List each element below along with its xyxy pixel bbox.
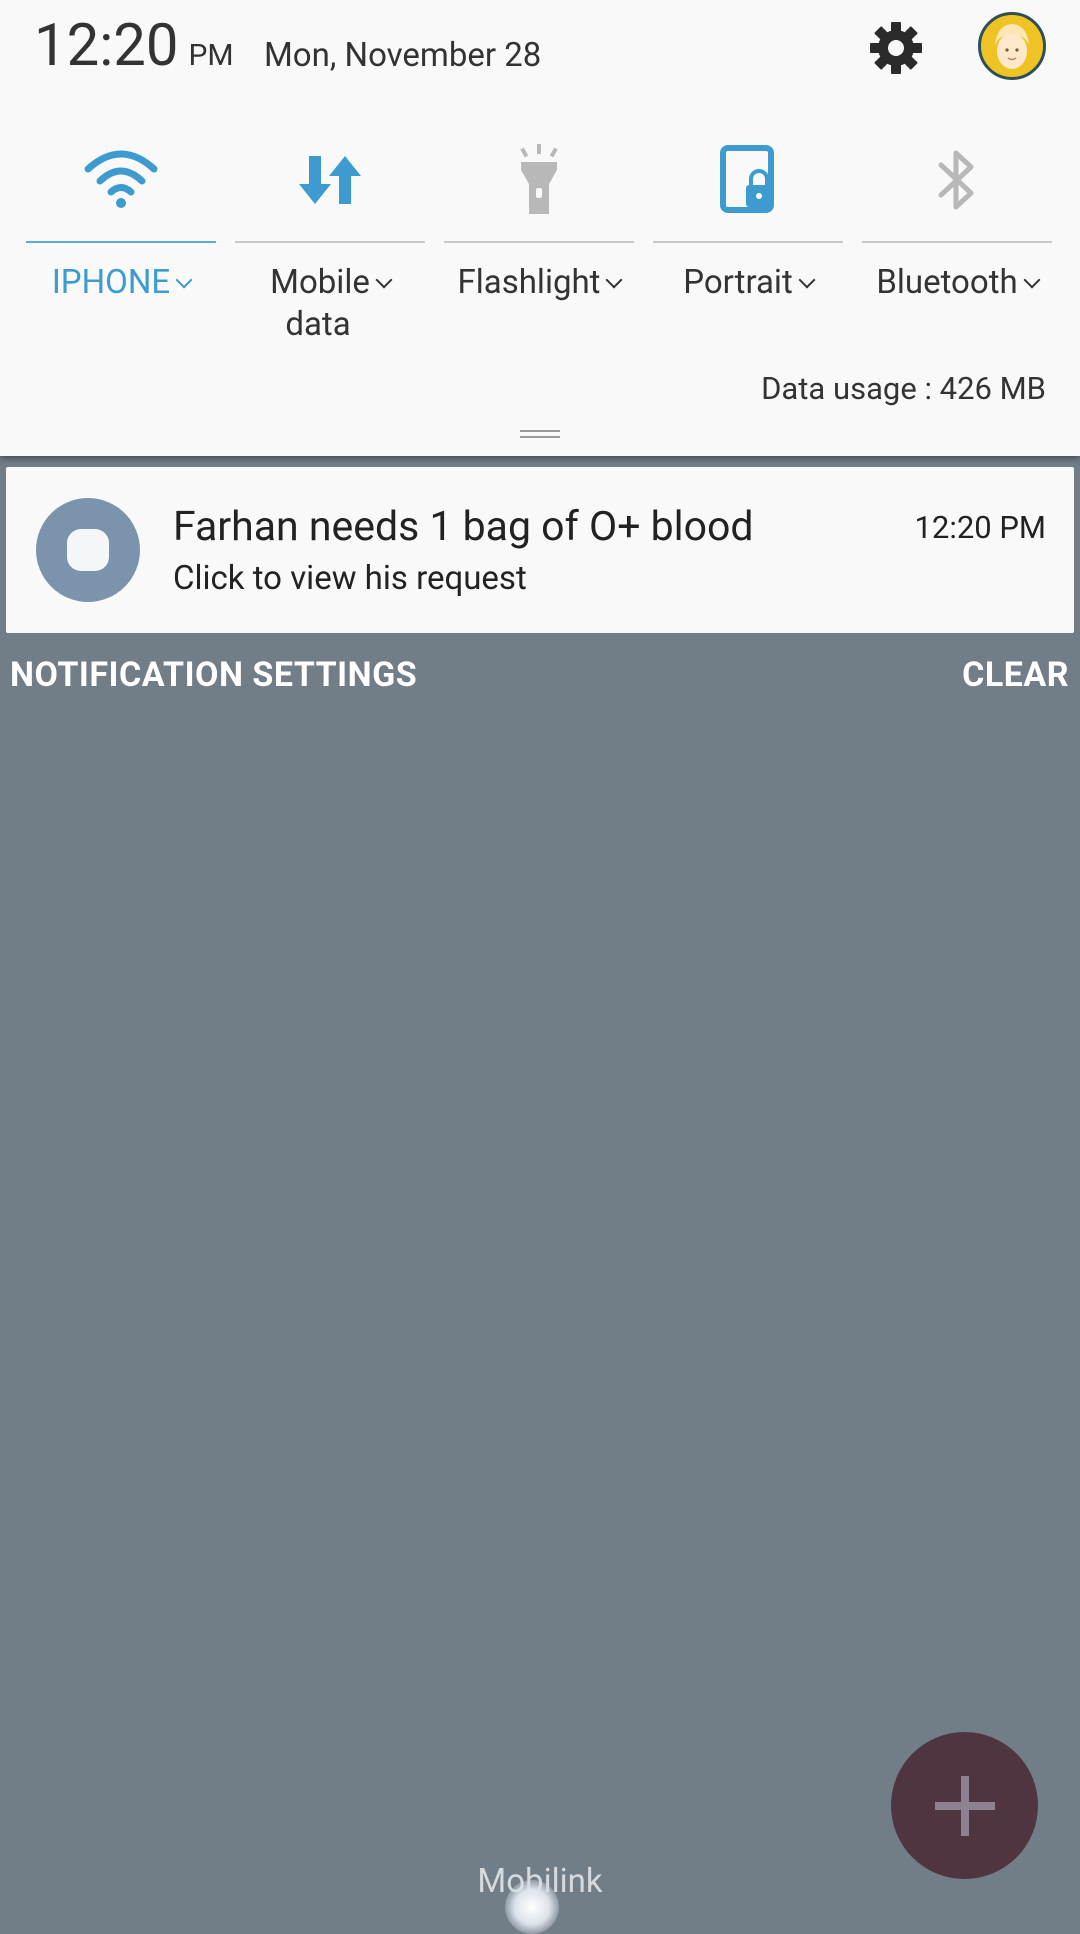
tile-indicator: [26, 241, 216, 243]
data-usage-text[interactable]: Data usage : 426 MB: [761, 370, 1046, 407]
mobile-data-label-line1: Mobile: [270, 263, 370, 302]
tile-label-mobile-data[interactable]: Mobile data: [235, 262, 425, 346]
notification-title: Farhan needs 1 bag of O+ blood: [173, 503, 754, 551]
chevron-down-icon: [1023, 271, 1041, 289]
tile-indicator: [653, 241, 843, 243]
flashlight-icon: [444, 130, 634, 230]
mobile-data-icon: [235, 130, 425, 230]
chevron-down-icon: [175, 271, 193, 289]
notification-settings-button[interactable]: NOTIFICATION SETTINGS: [10, 655, 417, 695]
mobile-data-label-line2: data: [285, 305, 351, 344]
notification-card[interactable]: Farhan needs 1 bag of O+ blood Click to …: [6, 467, 1074, 633]
add-fab-button[interactable]: [891, 1732, 1038, 1879]
drag-handle[interactable]: [520, 430, 560, 438]
quick-settings-panel: 12:20 PM Mon, November 28 IPHONE Mobile …: [0, 0, 1080, 456]
bluetooth-icon: [862, 130, 1052, 230]
flashlight-label: Flashlight: [457, 263, 601, 302]
tile-label-portrait[interactable]: Portrait: [653, 262, 843, 304]
chevron-down-icon: [375, 271, 393, 289]
clock-time: 12:20: [34, 12, 179, 80]
wifi-label: IPHONE: [51, 263, 171, 302]
tile-label-flashlight[interactable]: Flashlight: [444, 262, 634, 304]
plus-icon: [934, 1775, 995, 1836]
settings-gear-icon[interactable]: [868, 20, 924, 76]
tile-indicator: [862, 241, 1052, 243]
home-indicator[interactable]: [505, 1880, 559, 1934]
portrait-lock-icon: [653, 130, 843, 230]
app-icon-glyph: [67, 529, 109, 571]
chevron-down-icon: [605, 271, 623, 289]
tile-indicator: [444, 241, 634, 243]
notification-time: 12:20 PM: [914, 509, 1046, 546]
status-clock: 12:20 PM: [34, 12, 234, 80]
wifi-icon: [26, 130, 216, 230]
user-avatar[interactable]: [978, 12, 1046, 80]
tile-label-bluetooth[interactable]: Bluetooth: [862, 262, 1052, 304]
status-date[interactable]: Mon, November 28: [264, 36, 541, 75]
clear-button[interactable]: CLEAR: [962, 655, 1069, 695]
tile-label-wifi[interactable]: IPHONE: [26, 262, 216, 304]
tile-indicator: [235, 241, 425, 243]
clock-ampm: PM: [188, 38, 234, 73]
bluetooth-label: Bluetooth: [876, 263, 1018, 302]
chevron-down-icon: [798, 271, 816, 289]
notification-text: Click to view his request: [173, 559, 527, 598]
app-notification-icon: [36, 498, 140, 602]
portrait-label: Portrait: [683, 263, 793, 302]
